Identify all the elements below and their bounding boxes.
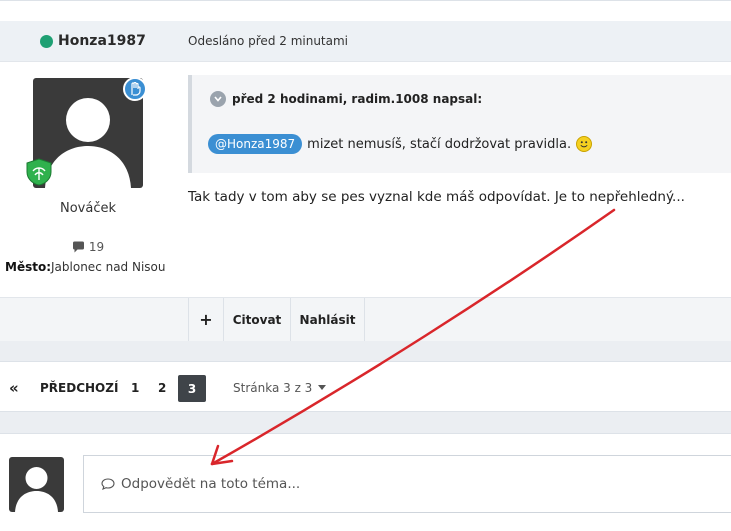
city-value: Jablonec nad Nisou xyxy=(51,260,166,274)
speech-bubble-icon xyxy=(101,478,115,490)
member-rank: Nováček xyxy=(59,201,116,216)
user-mention[interactable]: @Honza1987 xyxy=(208,134,303,154)
post-count[interactable]: 19 xyxy=(0,240,176,254)
quote-body: @Honza1987 mizet nemusíš, stačí dodržova… xyxy=(208,134,593,154)
report-button[interactable]: Nahlásit xyxy=(290,298,365,341)
reply-placeholder: Odpovědět na toto téma... xyxy=(121,476,301,492)
page-3-current[interactable]: 3 xyxy=(178,375,206,402)
comment-icon xyxy=(72,241,84,253)
post-actions: + Citovat Nahlásit xyxy=(0,297,731,341)
quote-button[interactable]: Citovat xyxy=(223,298,290,341)
page-info-text: Stránka 3 z 3 xyxy=(233,380,313,395)
first-page-button[interactable]: « xyxy=(9,362,19,413)
reply-input[interactable]: Odpovědět na toto téma... xyxy=(83,455,731,513)
post: Honza1987 Odesláno před 2 minutami Nováč… xyxy=(0,0,731,341)
rank-shield-icon xyxy=(26,158,52,186)
post-text: Tak tady v tom aby se pes vyznal kde máš… xyxy=(188,189,685,205)
page-2-link[interactable]: 2 xyxy=(158,362,166,413)
reply-area: Odpovědět na toto téma... xyxy=(0,433,731,531)
member-city: Město:Jablonec nad Nisou xyxy=(5,260,166,274)
reply-avatar xyxy=(9,457,64,512)
smile-icon xyxy=(576,136,593,152)
hand-badge-icon xyxy=(123,77,147,101)
author-name-label[interactable]: Honza1987 xyxy=(58,33,146,49)
post-header: Honza1987 Odesláno před 2 minutami xyxy=(0,21,731,62)
caret-down-icon xyxy=(318,385,327,390)
multiquote-button[interactable]: + xyxy=(188,298,223,341)
online-dot-icon xyxy=(40,34,53,48)
city-label: Město: xyxy=(5,260,52,274)
chevron-down-icon[interactable] xyxy=(210,91,226,107)
quote-header[interactable]: před 2 hodinami, radim.1008 napsal: xyxy=(210,91,482,107)
page-1-link[interactable]: 1 xyxy=(131,362,139,413)
post-count-value: 19 xyxy=(88,240,105,254)
quote-block: před 2 hodinami, radim.1008 napsal: @Hon… xyxy=(188,75,731,173)
author-name[interactable]: Honza1987 xyxy=(40,33,146,49)
previous-page-button[interactable]: PŘEDCHOZÍ xyxy=(40,362,118,413)
posted-time[interactable]: Odesláno před 2 minutami xyxy=(188,34,348,48)
quote-text: mizet nemusíš, stačí dodržovat pravidla. xyxy=(307,136,572,152)
page-jump-dropdown[interactable]: Stránka 3 z 3 xyxy=(233,362,327,413)
quote-header-text: před 2 hodinami, radim.1008 napsal: xyxy=(232,92,483,106)
pagination: « PŘEDCHOZÍ 1 2 3 Stránka 3 z 3 xyxy=(0,361,731,412)
